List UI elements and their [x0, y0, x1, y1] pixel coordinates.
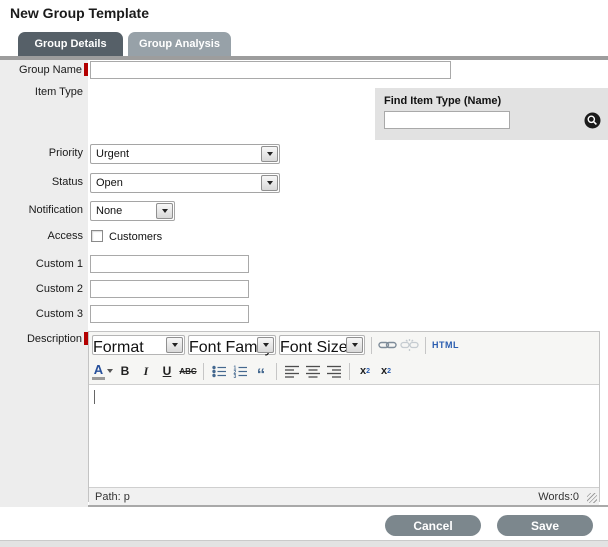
notification-select[interactable]: None: [90, 201, 175, 221]
status-selected-value: Open: [96, 177, 123, 189]
html-source-button[interactable]: HTML: [432, 335, 459, 355]
font-family-select[interactable]: Font Family: [188, 335, 276, 355]
editor-status-bar: Path: p Words:0: [89, 488, 599, 505]
custom-2-label: Custom 2: [0, 283, 88, 295]
priority-select[interactable]: Urgent: [90, 144, 280, 164]
chevron-down-icon[interactable]: [166, 337, 183, 353]
tab-strip-divider: [0, 56, 608, 60]
status-select[interactable]: Open: [90, 173, 280, 193]
tab-group-details-label: Group Details: [34, 38, 106, 50]
search-icon[interactable]: [584, 112, 601, 129]
chevron-down-icon[interactable]: [346, 337, 363, 353]
description-label: Description: [0, 332, 88, 345]
custom-3-input[interactable]: [90, 305, 249, 323]
group-name-input[interactable]: [90, 61, 451, 79]
description-content-area[interactable]: [89, 384, 599, 488]
find-item-type-label: Find Item Type (Name): [384, 95, 501, 107]
custom-1-input[interactable]: [90, 255, 249, 273]
align-center-icon[interactable]: [304, 361, 322, 381]
format-select-value: Format: [93, 339, 144, 357]
superscript-icon[interactable]: x2: [377, 361, 395, 381]
chevron-down-icon[interactable]: [261, 175, 278, 191]
chevron-down-icon[interactable]: [107, 369, 113, 373]
strikethrough-icon[interactable]: ABC: [179, 361, 197, 381]
tab-group-details[interactable]: Group Details: [18, 32, 123, 56]
svg-text:3: 3: [233, 374, 236, 378]
priority-label: Priority: [0, 147, 88, 159]
toolbar-separator: [425, 337, 426, 354]
insert-link-icon[interactable]: [378, 335, 397, 355]
bold-icon[interactable]: B: [116, 361, 134, 381]
toolbar-separator: [371, 337, 372, 354]
required-marker: [84, 63, 88, 76]
item-type-label: Item Type: [0, 86, 88, 98]
align-right-icon[interactable]: [325, 361, 343, 381]
editor-toolbar-row-1: Format Font Family Font Size: [89, 332, 599, 358]
toolbar-separator: [349, 363, 350, 380]
editor-path: Path: p: [95, 491, 130, 503]
group-name-label: Group Name: [0, 63, 88, 76]
find-item-type-panel: Find Item Type (Name): [375, 88, 608, 140]
tab-group-analysis[interactable]: Group Analysis: [128, 32, 231, 56]
text-caret: [94, 390, 95, 404]
toolbar-separator: [203, 363, 204, 380]
chevron-down-icon[interactable]: [257, 337, 274, 353]
customers-checkbox[interactable]: [91, 230, 103, 242]
underline-icon[interactable]: U: [158, 361, 176, 381]
bullet-list-icon[interactable]: [210, 361, 228, 381]
subscript-icon[interactable]: x2: [356, 361, 374, 381]
font-size-select-value: Font Size: [280, 339, 348, 357]
page-title: New Group Template: [10, 5, 149, 21]
italic-icon[interactable]: I: [137, 361, 155, 381]
align-left-icon[interactable]: [283, 361, 301, 381]
description-rich-text-editor: Format Font Family Font Size: [88, 331, 600, 502]
editor-toolbar-row-2: A B I U ABC 12: [89, 358, 599, 384]
chevron-down-icon[interactable]: [156, 203, 173, 219]
customers-checkbox-label: Customers: [109, 231, 162, 243]
custom-3-label: Custom 3: [0, 308, 88, 320]
format-select[interactable]: Format: [92, 335, 185, 355]
numbered-list-icon[interactable]: 123: [231, 361, 249, 381]
chevron-down-icon[interactable]: [261, 146, 278, 162]
tab-group-analysis-label: Group Analysis: [139, 38, 220, 50]
access-label: Access: [0, 230, 88, 242]
blockquote-icon[interactable]: “: [252, 357, 270, 385]
status-label: Status: [0, 176, 88, 188]
font-color-icon[interactable]: A: [92, 361, 113, 381]
editor-word-count: Words:0: [538, 491, 579, 503]
save-button[interactable]: Save: [497, 515, 593, 536]
custom-2-input[interactable]: [90, 280, 249, 298]
remove-link-icon: [400, 335, 419, 355]
notification-selected-value: None: [96, 205, 122, 217]
toolbar-separator: [276, 363, 277, 380]
font-size-select[interactable]: Font Size: [279, 335, 365, 355]
bottom-divider: [0, 540, 608, 547]
custom-1-label: Custom 1: [0, 258, 88, 270]
form-bottom-divider: [88, 505, 608, 507]
find-item-type-input[interactable]: [384, 111, 510, 129]
priority-selected-value: Urgent: [96, 148, 129, 160]
new-group-template-window: New Group Template Group Details Group A…: [0, 0, 608, 547]
notification-label: Notification: [0, 204, 88, 216]
resize-handle-icon[interactable]: [587, 493, 597, 503]
cancel-button[interactable]: Cancel: [385, 515, 481, 536]
